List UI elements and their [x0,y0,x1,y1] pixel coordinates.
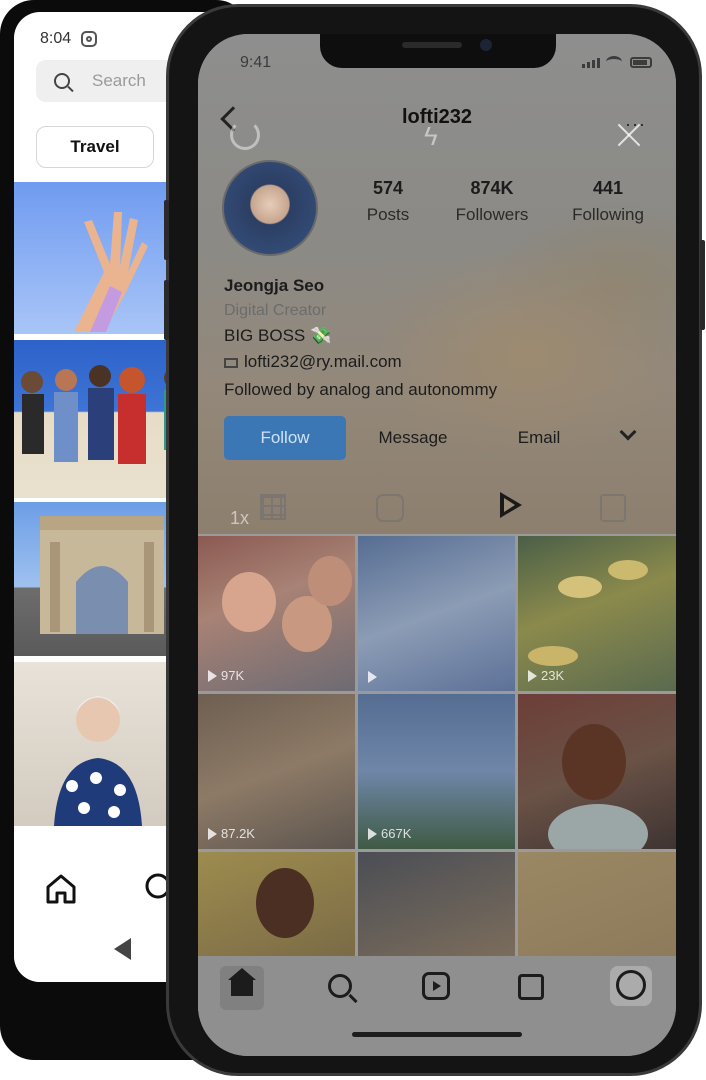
flash-off-icon[interactable]: ϟ [424,122,450,150]
power-button [700,240,705,330]
back-status-bar: 8:04 [40,30,98,48]
grid-item[interactable] [358,852,515,962]
stat-posts-value: 574 [372,178,404,198]
shop-icon[interactable] [518,974,544,1000]
play-icon [208,669,217,682]
back-search-placeholder: Search [92,71,146,90]
view-count: 23K [528,668,564,683]
stat-posts-label: Posts [366,205,410,224]
reels-grid: 97K 23K 87.2K 667K [198,536,676,962]
back-status-time: 8:04 [40,30,72,47]
play-icon [528,669,537,682]
bottom-nav [198,956,676,1056]
camera-icon [480,39,492,51]
view-count: 87.2K [208,826,255,841]
notch [320,34,556,68]
email-button[interactable]: Email [482,416,596,460]
profile-icon[interactable] [616,970,646,1000]
grid-item[interactable]: 23K [518,536,676,691]
bio-email-link[interactable]: lofti232@ry.mail.com [224,352,402,372]
bio-text: BIG BOSS 💸 [224,326,332,345]
reels-tab-icon[interactable] [376,494,404,522]
mail-icon [224,357,238,368]
refresh-icon[interactable] [230,120,260,150]
bio-email-text: lofti232@ry.mail.com [244,352,402,371]
stat-followers[interactable]: 874K Followers [444,178,540,225]
android-back-icon[interactable] [114,938,131,960]
grid-item[interactable] [518,852,676,962]
bio-followed-by[interactable]: Followed by analog and autonommy [224,380,497,400]
play-icon [368,827,377,840]
grid-item[interactable]: 667K [358,694,515,849]
search-icon [54,73,70,89]
tagged-tab-icon[interactable] [600,494,626,522]
stat-posts[interactable]: 574 Posts [358,178,418,225]
bio-category: Digital Creator [224,302,327,319]
grid-item[interactable] [518,694,676,849]
home-indicator[interactable] [352,1032,522,1037]
wifi-icon [606,56,622,68]
grid-item[interactable]: 87.2K [198,694,355,849]
reels-icon[interactable] [422,972,450,1000]
view-count: 97K [208,668,244,683]
volume-button [164,200,169,260]
home-icon-body [231,978,253,996]
play-icon-inner [504,498,515,512]
message-button[interactable]: Message [356,416,470,460]
speaker [402,42,462,48]
playback-speed[interactable]: 1x [230,508,249,529]
volume-button [164,280,169,340]
grid-tab-icon[interactable] [260,494,286,520]
follow-button[interactable]: Follow [224,416,346,460]
chip-travel[interactable]: Travel [36,126,154,168]
avatar[interactable] [222,160,318,256]
grid-item[interactable]: 97K [198,536,355,691]
battery-icon [630,57,652,68]
play-icon [368,671,377,683]
front-phone-screen: 9:41 lofti232 ··· ϟ 574 Posts 874K Follo… [198,34,676,1056]
grid-item[interactable] [198,852,355,962]
bio-name: Jeongja Seo [224,276,325,295]
play-icon [208,827,217,840]
home-icon[interactable] [44,872,78,906]
search-icon[interactable] [328,974,352,998]
stat-following-value: 441 [592,178,624,198]
stat-followers-label: Followers [455,205,529,224]
stat-following-label: Following [572,205,644,224]
close-icon[interactable] [614,120,644,150]
stat-following[interactable]: 441 Following [560,178,656,225]
grid-item[interactable] [358,536,515,691]
signal-icon [582,58,600,68]
status-time: 9:41 [240,54,272,71]
view-count [368,671,381,683]
view-count: 667K [368,826,411,841]
instagram-notification-icon [81,31,98,47]
profile-tabbar [198,482,676,536]
stat-followers-value: 874K [470,178,514,198]
